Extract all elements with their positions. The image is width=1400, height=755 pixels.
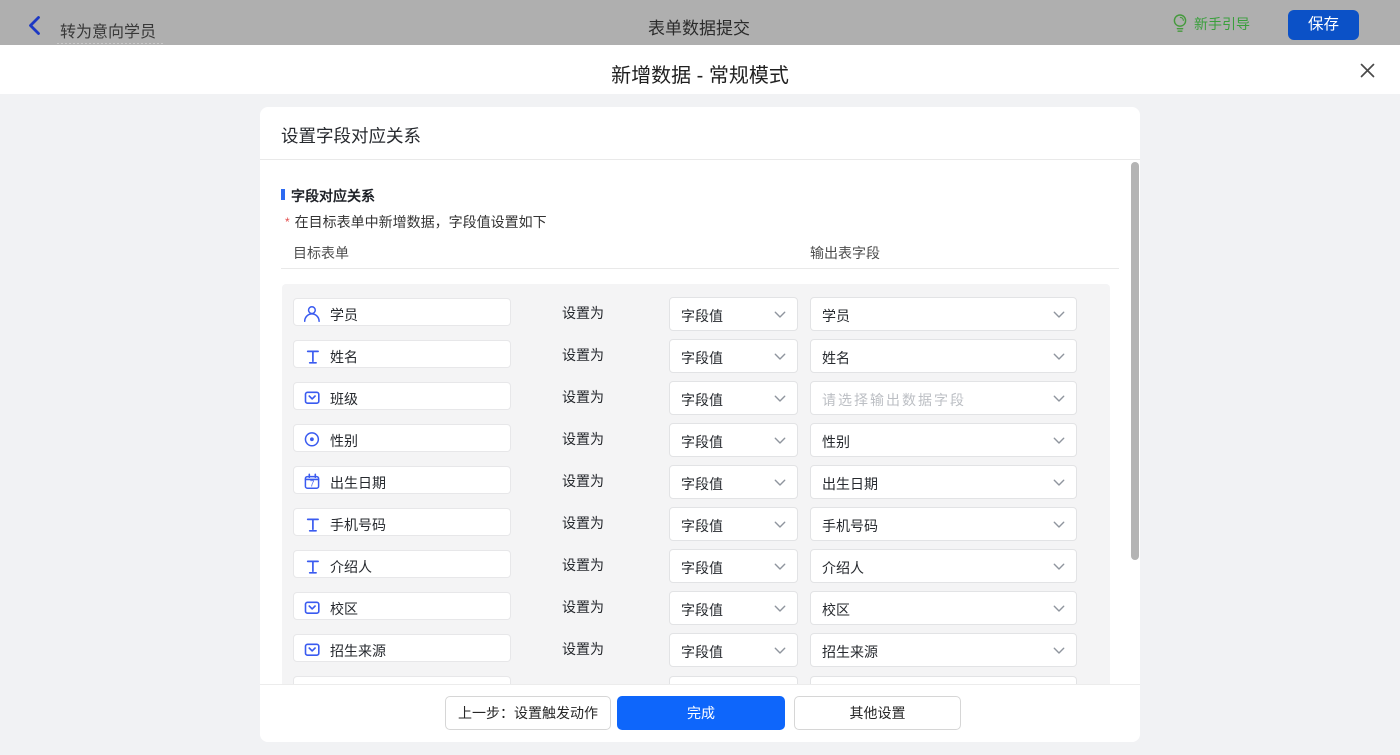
svg-text:7: 7 [310, 479, 315, 488]
